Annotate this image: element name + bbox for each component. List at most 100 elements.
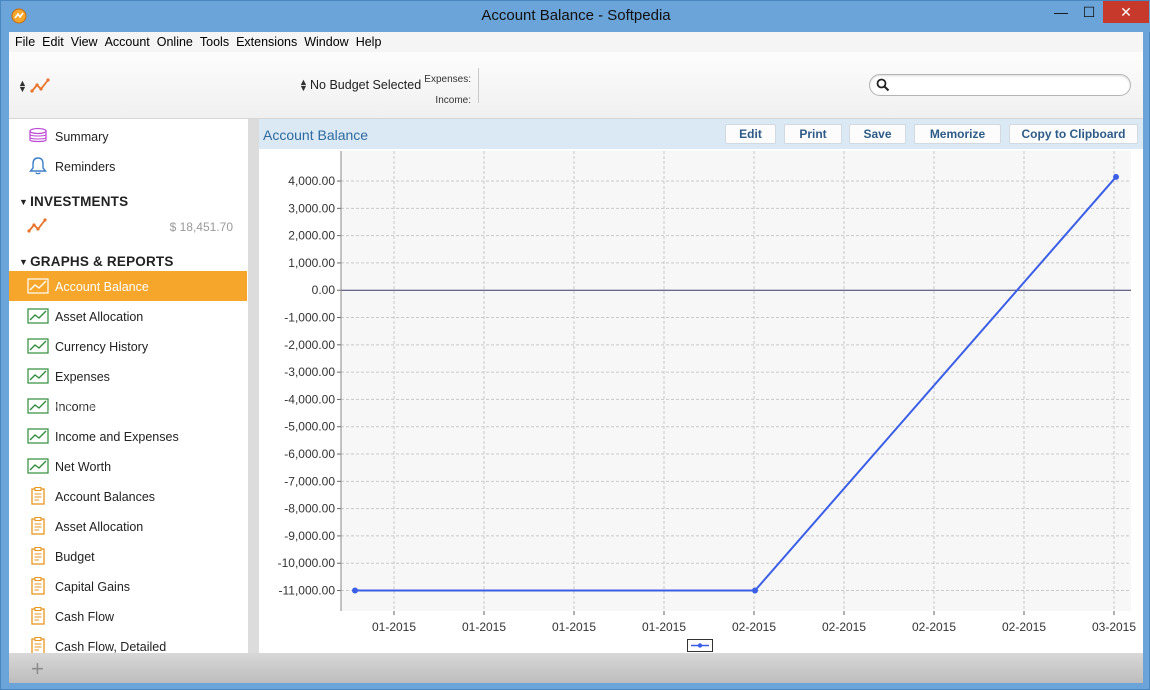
budget-selector-label: No Budget Selected [310, 78, 422, 92]
investments-header-label: INVESTMENTS [30, 194, 129, 209]
account-selector[interactable]: ▲ ▼ [18, 76, 58, 96]
line-graph-icon [27, 278, 49, 294]
menu-help[interactable]: Help [353, 35, 385, 49]
graphs-reports-header-label: GRAPHS & REPORTS [30, 254, 174, 269]
line-graph-icon [27, 338, 49, 354]
coins-icon [29, 127, 47, 143]
sidebar-item-report-cash-flow[interactable]: Cash Flow [9, 601, 247, 631]
minimize-button[interactable]: — [1047, 1, 1075, 23]
sidebar-item-label: Expenses [55, 370, 110, 384]
copy-to-clipboard-button[interactable]: Copy to Clipboard [1009, 124, 1138, 144]
investment-graph-icon [27, 218, 47, 233]
line-graph-icon [27, 458, 49, 474]
budget-selector[interactable]: ▲ ▼ No Budget Selected [299, 77, 422, 93]
y-tick-label: -1,000.00 [284, 311, 335, 325]
y-tick-label: -10,000.00 [278, 556, 336, 570]
sidebar-item-report-cash-flow-detailed[interactable]: Cash Flow, Detailed [9, 631, 247, 653]
search-input[interactable] [869, 74, 1131, 96]
close-button[interactable]: ✕ [1103, 1, 1149, 23]
updown-arrows-icon: ▲ ▼ [299, 77, 308, 93]
data-point [352, 587, 358, 594]
y-tick-label: 2,000.00 [288, 229, 335, 243]
y-tick-label: 0.00 [312, 283, 336, 297]
clipboard-icon [31, 607, 45, 625]
menu-window[interactable]: Window [301, 35, 351, 49]
sidebar-item-graph-account-balance[interactable]: Account Balance [9, 271, 247, 301]
report-panel: Account Balance Edit Print Save Memorize… [259, 119, 1143, 653]
x-tick-label: 02-2015 [732, 620, 776, 634]
sidebar-item-graph-asset-allocation[interactable]: Asset Allocation [9, 301, 247, 331]
save-button[interactable]: Save [849, 124, 906, 144]
sidebar-item-label: Asset Allocation [55, 310, 144, 324]
line-graph-icon [27, 308, 49, 324]
sidebar-item-reminders[interactable]: Reminders [9, 151, 247, 181]
clipboard-icon [31, 637, 45, 653]
updown-arrows-icon: ▲ ▼ [18, 78, 27, 94]
y-tick-label: -5,000.00 [284, 420, 335, 434]
sidebar-item-graph-net-worth[interactable]: Net Worth [9, 451, 247, 481]
clipboard-icon [31, 547, 45, 565]
y-tick-label: -2,000.00 [284, 338, 335, 352]
menu-view[interactable]: View [68, 35, 101, 49]
sidebar-item-report-account-balances[interactable]: Account Balances [9, 481, 247, 511]
clipboard-icon [31, 517, 45, 535]
title-bar: Account Balance - Softpedia — ☐ ✕ [1, 1, 1150, 32]
menu-online[interactable]: Online [154, 35, 196, 49]
sidebar-item-graph-currency-history[interactable]: Currency History [9, 331, 247, 361]
legend-series-marker-icon [691, 643, 709, 648]
income-label: Income: [435, 95, 471, 106]
clipboard-icon [31, 487, 45, 505]
sidebar-item-report-asset-allocation[interactable]: Asset Allocation [9, 511, 247, 541]
investments-header[interactable]: ▼ INVESTMENTS [19, 194, 128, 209]
data-point [1113, 173, 1119, 180]
x-tick-label: 02-2015 [822, 620, 866, 634]
menu-file[interactable]: File [12, 35, 38, 49]
data-point [752, 587, 758, 594]
x-tick-label: 01-2015 [642, 620, 686, 634]
sidebar-item-label: Budget [55, 550, 95, 564]
x-tick-label: 01-2015 [552, 620, 596, 634]
chart-area: 4,000.00 3,000.00 2,000.00 1,000.00 0.00 -1,0… [259, 149, 1143, 653]
y-tick-label: -11,000.00 [279, 584, 336, 598]
sidebar-item-report-capital-gains[interactable]: Capital Gains [9, 571, 247, 601]
sidebar-item-label: Account Balance [55, 280, 149, 294]
menu-tools[interactable]: Tools [197, 35, 232, 49]
graphs-reports-header[interactable]: ▼ GRAPHS & REPORTS [19, 254, 174, 269]
x-tick-label: 02-2015 [1002, 620, 1046, 634]
sidebar-splitter[interactable] [248, 119, 259, 653]
clipboard-icon [31, 577, 45, 595]
y-tick-label: -7,000.00 [284, 474, 335, 488]
report-title: Account Balance [263, 127, 369, 143]
expenses-label: Expenses: [424, 74, 471, 85]
sidebar-item-label: Asset Allocation [55, 520, 144, 534]
bell-icon [29, 157, 47, 175]
add-icon[interactable]: + [31, 656, 44, 682]
app-window: Account Balance - Softpedia — ☐ ✕ File E… [0, 0, 1150, 690]
collapse-triangle-icon: ▼ [19, 257, 29, 267]
sidebar-item-label: Cash Flow, Detailed [55, 640, 167, 653]
print-button[interactable]: Print [784, 124, 842, 144]
plot-background [341, 151, 1131, 611]
sidebar-item-summary[interactable]: Summary [9, 121, 247, 151]
sidebar-item-graph-income-and-expenses[interactable]: Income and Expenses [9, 421, 247, 451]
y-tick-label: -8,000.00 [284, 502, 335, 516]
y-tick-label: 3,000.00 [288, 201, 335, 215]
sidebar-item-graph-expenses[interactable]: Expenses [9, 361, 247, 391]
window-title: Account Balance - Softpedia [481, 7, 671, 24]
y-tick-label: -4,000.00 [284, 392, 335, 406]
maximize-button[interactable]: ☐ [1075, 1, 1103, 23]
memorize-button[interactable]: Memorize [914, 124, 1001, 144]
budget-summary: Expenses: Income: [423, 69, 471, 111]
collapse-triangle-icon: ▼ [19, 197, 29, 207]
sidebar-item-report-budget[interactable]: Budget [9, 541, 247, 571]
sidebar-item-investment-account[interactable]: $ 18,451.70 [9, 211, 247, 241]
menu-extensions[interactable]: Extensions [233, 35, 300, 49]
edit-button[interactable]: Edit [725, 124, 776, 144]
menu-edit[interactable]: Edit [39, 35, 67, 49]
sidebar-item-label: Account Balances [55, 490, 156, 504]
menu-account[interactable]: Account [102, 35, 153, 49]
toolbar: ▲ ▼ ▲ ▼ No Budget Selected Expenses: Incom… [9, 52, 1143, 119]
legend-key [687, 639, 713, 652]
line-graph-icon [27, 398, 49, 414]
sidebar-item-label: Income and Expenses [55, 430, 179, 444]
